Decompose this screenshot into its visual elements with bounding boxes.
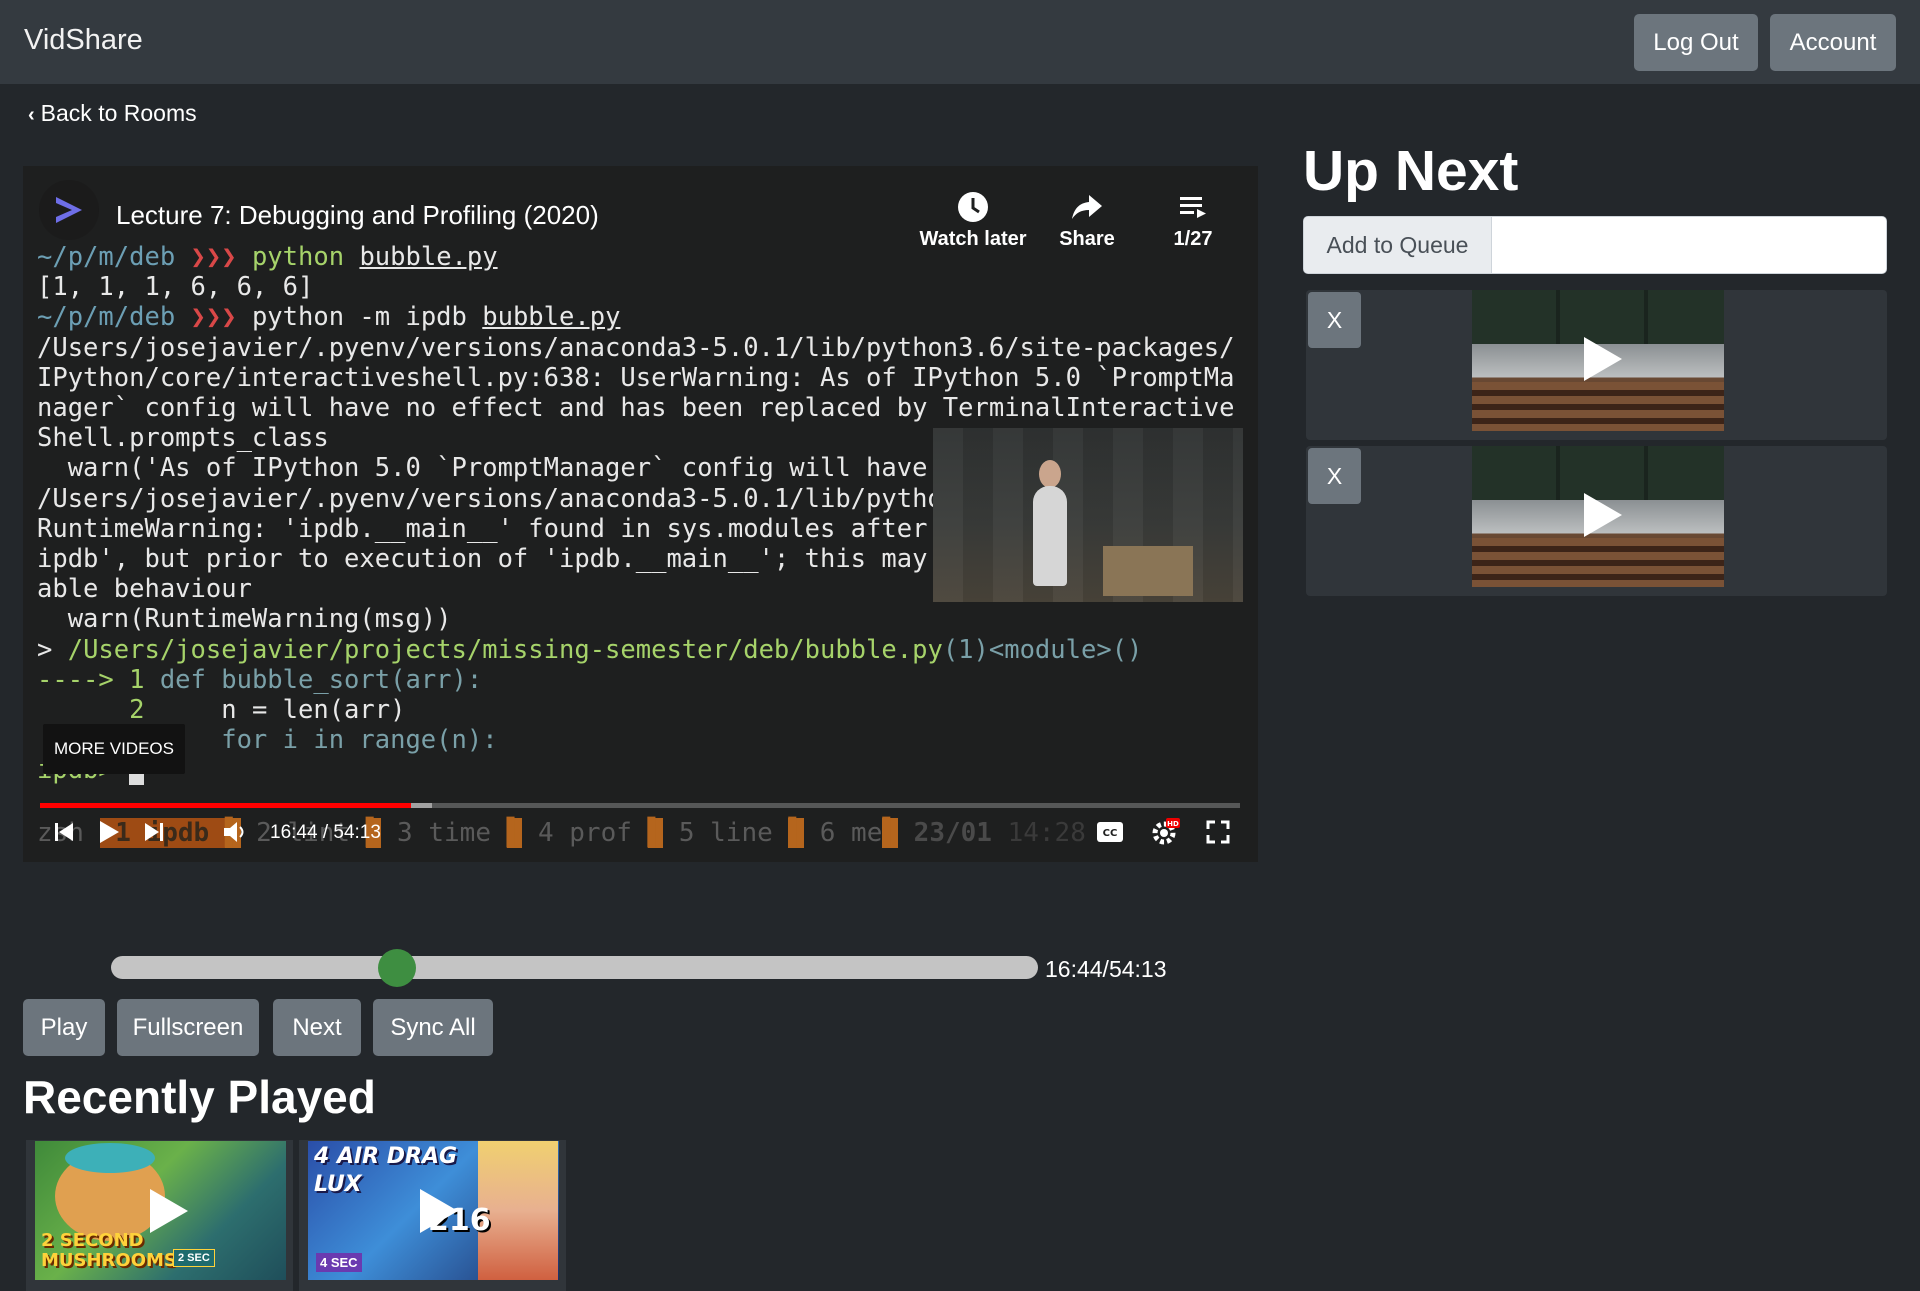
more-videos-button[interactable]: MORE VIDEOS bbox=[43, 724, 185, 774]
share-button[interactable]: Share bbox=[1043, 186, 1131, 251]
channel-logo-icon[interactable] bbox=[39, 180, 99, 240]
svg-text:HD: HD bbox=[1167, 820, 1179, 828]
thumbnail-overlay-text: 4 AIR DRAG LUX bbox=[314, 1144, 458, 1197]
queue-item: X bbox=[1306, 290, 1887, 440]
remove-queue-item-button[interactable]: X bbox=[1308, 448, 1361, 504]
queue-video-thumbnail[interactable] bbox=[1472, 446, 1724, 587]
back-to-rooms-link[interactable]: ‹ Back to Rooms bbox=[28, 100, 197, 127]
top-navbar: VidShare Log Out Account bbox=[0, 0, 1920, 84]
sync-all-button[interactable]: Sync All bbox=[373, 999, 493, 1056]
play-overlay-icon bbox=[1584, 337, 1622, 381]
play-button[interactable]: Play bbox=[23, 999, 105, 1056]
video-progress-fill bbox=[40, 803, 411, 808]
video-player[interactable]: ~/p/m/deb ❯❯❯ python bubble.py [1, 1, 1,… bbox=[23, 166, 1258, 862]
next-icon[interactable] bbox=[137, 812, 171, 852]
volume-icon[interactable] bbox=[215, 812, 255, 852]
svg-text:CC: CC bbox=[1103, 828, 1118, 839]
queue-video-thumbnail[interactable] bbox=[1472, 290, 1724, 431]
share-label: Share bbox=[1059, 228, 1115, 250]
play-overlay-icon bbox=[150, 1189, 188, 1233]
fullscreen-icon[interactable] bbox=[1198, 812, 1238, 852]
recent-video-card[interactable]: 4 AIR DRAG LUX 216 4 SEC bbox=[299, 1140, 566, 1291]
thumbnail-badge: 4 SEC bbox=[316, 1253, 362, 1272]
settings-gear-icon[interactable]: HD bbox=[1145, 812, 1185, 852]
playlist-icon bbox=[1153, 186, 1233, 228]
speaker-video-inset bbox=[933, 428, 1243, 602]
captions-icon[interactable]: CC bbox=[1090, 812, 1130, 852]
fullscreen-button[interactable]: Fullscreen bbox=[117, 999, 259, 1056]
recent-video-card[interactable]: 2 SECOND MUSHROOMS 2 SEC bbox=[26, 1140, 293, 1291]
add-to-queue-label: Add to Queue bbox=[1304, 217, 1492, 273]
account-button[interactable]: Account bbox=[1770, 14, 1896, 71]
remove-queue-item-button[interactable]: X bbox=[1308, 292, 1361, 348]
playlist-position: 1/27 bbox=[1173, 228, 1213, 250]
next-button[interactable]: Next bbox=[273, 999, 361, 1056]
recently-played-heading: Recently Played bbox=[23, 1071, 376, 1123]
back-link-label: Back to Rooms bbox=[40, 100, 197, 126]
sync-seek-slider[interactable] bbox=[111, 956, 1038, 979]
play-overlay-icon bbox=[1584, 493, 1622, 537]
video-thumbnail[interactable]: 2 SECOND MUSHROOMS 2 SEC bbox=[35, 1141, 286, 1280]
video-thumbnail[interactable]: 4 AIR DRAG LUX 216 4 SEC bbox=[308, 1141, 559, 1280]
previous-icon[interactable] bbox=[47, 812, 81, 852]
up-next-heading: Up Next bbox=[1303, 139, 1519, 203]
watch-later-label: Watch later bbox=[919, 228, 1027, 250]
watch-later-button[interactable]: Watch later bbox=[913, 186, 1033, 251]
play-icon[interactable] bbox=[89, 812, 129, 852]
queue-url-input[interactable] bbox=[1492, 217, 1886, 273]
seek-slider-thumb[interactable] bbox=[378, 949, 416, 987]
playlist-button[interactable]: 1/27 bbox=[1153, 186, 1233, 251]
play-overlay-icon bbox=[420, 1189, 458, 1233]
clock-icon bbox=[913, 186, 1033, 228]
thumbnail-overlay-text: 2 SECOND MUSHROOMS bbox=[41, 1230, 177, 1271]
queue-item: X bbox=[1306, 446, 1887, 596]
logout-button[interactable]: Log Out bbox=[1634, 14, 1758, 71]
seek-time-label: 16:44/54:13 bbox=[1045, 956, 1167, 982]
add-to-queue-group: Add to Queue bbox=[1303, 216, 1887, 274]
brand-logo[interactable]: VidShare bbox=[24, 24, 143, 57]
thumbnail-badge: 2 SEC bbox=[173, 1249, 215, 1267]
video-title[interactable]: Lecture 7: Debugging and Profiling (2020… bbox=[116, 200, 599, 231]
video-time-display: 16:44 / 54:13 bbox=[270, 822, 381, 843]
share-icon bbox=[1043, 186, 1131, 228]
chevron-left-icon: ‹ bbox=[28, 104, 35, 126]
